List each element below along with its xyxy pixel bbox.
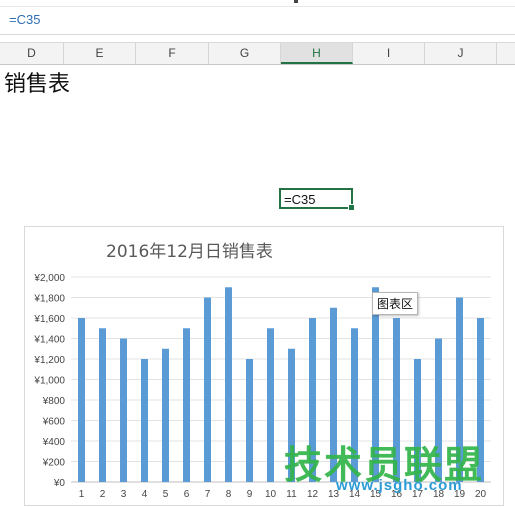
bar-16[interactable] — [393, 318, 400, 482]
fill-handle[interactable] — [348, 204, 355, 211]
bar-8[interactable] — [225, 287, 232, 482]
y-tick-label: ¥2,000 — [33, 273, 65, 284]
bar-4[interactable] — [141, 359, 148, 482]
x-tick-label: 9 — [247, 489, 253, 500]
formula-content[interactable]: =C35 — [9, 12, 40, 27]
column-header-f[interactable]: F — [136, 43, 209, 64]
column-header-j[interactable]: J — [425, 43, 497, 64]
column-header-e[interactable]: E — [64, 43, 136, 64]
x-tick-label: 14 — [349, 489, 361, 500]
bar-18[interactable] — [435, 338, 442, 483]
bar-14[interactable] — [351, 328, 358, 482]
bar-9[interactable] — [246, 359, 253, 482]
bar-15[interactable] — [372, 287, 379, 482]
x-tick-label: 19 — [454, 489, 466, 500]
y-tick-label: ¥200 — [42, 458, 66, 469]
bar-20[interactable] — [477, 318, 484, 482]
y-tick-label: ¥400 — [42, 437, 66, 448]
formula-bar[interactable]: =C35 — [0, 0, 515, 35]
chart-area[interactable]: 2016年12月日销售表 ¥0 ¥200 ¥400 ¥600 ¥800 ¥1,000 ¥1,… — [24, 226, 504, 506]
selected-cell-value: =C35 — [284, 192, 316, 207]
bar-6[interactable] — [183, 328, 190, 482]
x-tick-label: 6 — [184, 489, 190, 500]
x-tick-label: 7 — [205, 489, 211, 500]
x-tick-label: 15 — [370, 489, 382, 500]
x-tick-label: 17 — [412, 489, 424, 500]
column-header-i[interactable]: I — [353, 43, 425, 64]
y-tick-label: ¥600 — [42, 417, 66, 428]
column-header-row: D E F G H I J — [0, 42, 515, 65]
bar-19[interactable] — [456, 297, 463, 483]
bar-11[interactable] — [288, 348, 295, 482]
x-tick-label: 10 — [265, 489, 277, 500]
x-tick-label: 1 — [79, 489, 85, 500]
bar-5[interactable] — [162, 348, 169, 482]
selected-cell-h[interactable]: =C35 — [279, 188, 355, 211]
chart-area-tooltip: 图表区 — [372, 292, 419, 315]
x-tick-label: 18 — [433, 489, 445, 500]
bar-7[interactable] — [204, 297, 211, 483]
column-header-d[interactable]: D — [0, 43, 64, 64]
y-tick-label: ¥1,400 — [33, 335, 65, 346]
x-tick-label: 2 — [100, 489, 106, 500]
toolbar-edge — [0, 0, 515, 7]
bar-1[interactable] — [78, 318, 85, 482]
x-tick-label: 16 — [391, 489, 403, 500]
x-tick-label: 4 — [142, 489, 148, 500]
y-tick-label: ¥0 — [53, 478, 66, 489]
bar-3[interactable] — [120, 338, 127, 483]
column-header-g[interactable]: G — [209, 43, 281, 64]
y-tick-label: ¥800 — [42, 396, 66, 407]
x-tick-label: 12 — [307, 489, 319, 500]
bar-17[interactable] — [414, 359, 421, 482]
bar-12[interactable] — [309, 318, 316, 482]
bar-chart[interactable]: ¥0 ¥200 ¥400 ¥600 ¥800 ¥1,000 ¥1,200 ¥1,400 ¥1,6… — [25, 227, 505, 507]
sheet-title-cell[interactable]: 销售表 — [4, 66, 70, 98]
x-tick-label: 13 — [328, 489, 340, 500]
x-tick-label: 5 — [163, 489, 169, 500]
x-tick-label: 3 — [121, 489, 127, 500]
x-tick-label: 8 — [226, 489, 232, 500]
y-tick-label: ¥1,800 — [33, 294, 65, 305]
x-tick-label: 20 — [475, 489, 487, 500]
resize-handle[interactable] — [294, 0, 298, 3]
x-tick-label: 11 — [286, 489, 297, 500]
bar-2[interactable] — [99, 328, 106, 482]
y-tick-label: ¥1,200 — [33, 355, 65, 366]
bar-10[interactable] — [267, 328, 274, 482]
y-tick-label: ¥1,000 — [33, 376, 65, 387]
bar-13[interactable] — [330, 307, 337, 482]
y-tick-label: ¥1,600 — [33, 314, 65, 325]
column-header-h[interactable]: H — [281, 43, 353, 64]
